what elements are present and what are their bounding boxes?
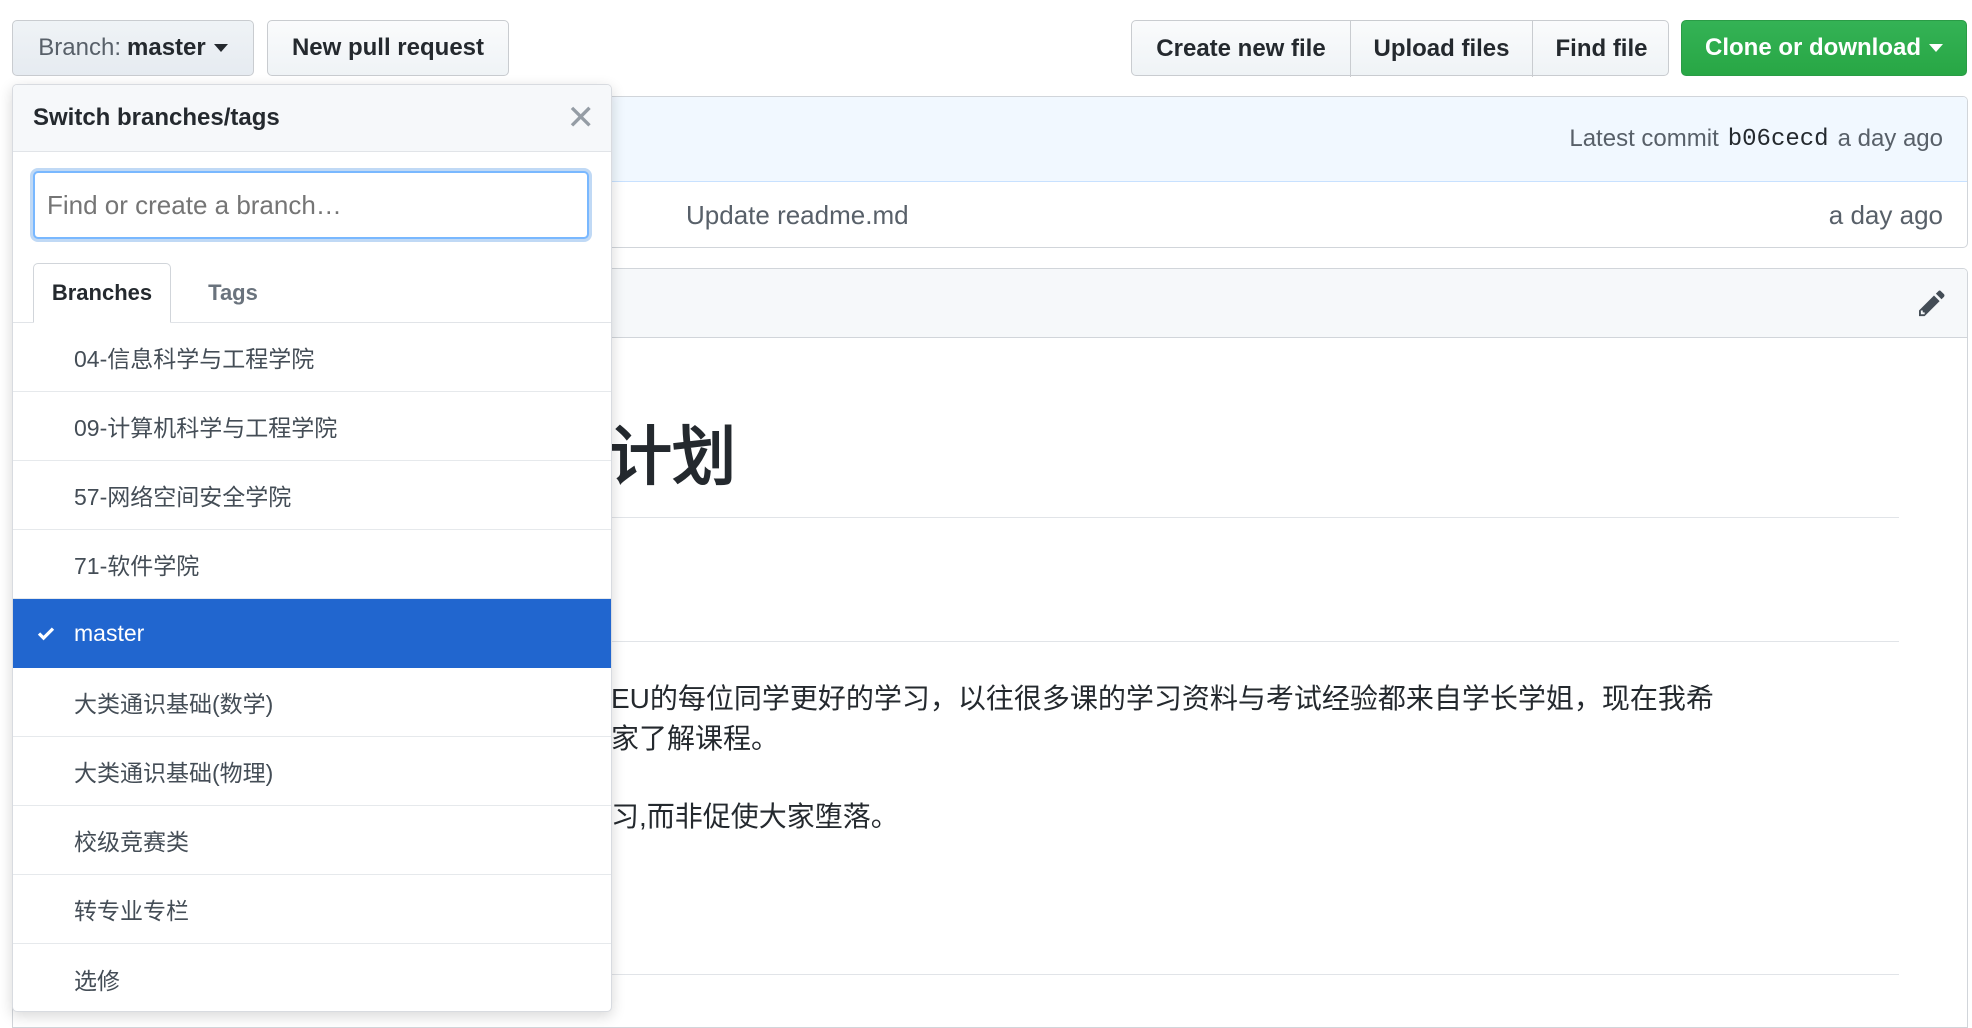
branch-item-label: 09-计算机科学与工程学院 xyxy=(74,415,338,441)
clone-label: Clone or download xyxy=(1705,34,1921,61)
branch-item[interactable]: 选修 xyxy=(13,944,611,1011)
branch-name: master xyxy=(127,34,206,61)
branch-item-selected[interactable]: master xyxy=(13,599,611,668)
branch-item-label: 转专业专栏 xyxy=(74,898,189,924)
pencil-icon[interactable] xyxy=(1919,288,1949,318)
branch-item-label: 57-网络空间安全学院 xyxy=(74,484,292,510)
branch-item[interactable]: 校级竞赛类 xyxy=(13,806,611,875)
clone-or-download-button[interactable]: Clone or download xyxy=(1681,20,1967,76)
file-actions-group: Create new file Upload files Find file xyxy=(1131,20,1670,77)
branch-switcher-dropdown: Switch branches/tags ✕ Branches Tags 04-… xyxy=(12,84,612,1012)
commit-time: a day ago xyxy=(1837,125,1943,152)
commit-hash-link[interactable]: b06cecd xyxy=(1728,126,1829,153)
caret-down-icon xyxy=(1929,44,1943,52)
create-new-file-button[interactable]: Create new file xyxy=(1132,21,1351,77)
new-pull-request-button[interactable]: New pull request xyxy=(267,20,509,76)
dropdown-header: Switch branches/tags ✕ xyxy=(13,85,611,152)
branch-item-label: master xyxy=(74,620,145,646)
readme-paragraph-2: 习,而非促使大家堕落。 xyxy=(611,801,899,832)
caret-down-icon xyxy=(213,44,228,52)
commit-message-link[interactable]: Update readme.md xyxy=(686,181,909,247)
branch-item[interactable]: 大类通识基础(数学) xyxy=(13,668,611,737)
branch-item[interactable]: 09-计算机科学与工程学院 xyxy=(13,392,611,461)
dropdown-title: Switch branches/tags xyxy=(33,104,280,131)
readme-heading: 计划 xyxy=(608,421,736,493)
branch-item[interactable]: 大类通识基础(物理) xyxy=(13,737,611,806)
branch-item[interactable]: 71-软件学院 xyxy=(13,530,611,599)
branch-select-button[interactable]: Branch: master xyxy=(12,20,254,76)
tab-branches[interactable]: Branches xyxy=(33,263,171,323)
branch-item-label: 71-软件学院 xyxy=(74,553,200,579)
branch-item-label: 大类通识基础(数学) xyxy=(74,691,274,717)
tab-branches-label: Branches xyxy=(51,280,153,305)
branch-prefix: Branch: xyxy=(38,34,121,61)
readme-paragraph-1-line-1: EU的每位同学更好的学习，以往很多课的学习资料与考试经验都来自学长学姐，现在我希 xyxy=(611,683,1714,714)
branch-search-input[interactable] xyxy=(33,171,589,239)
branch-item-label: 04-信息科学与工程学院 xyxy=(74,346,315,372)
tab-tags[interactable]: Tags xyxy=(183,263,283,323)
latest-commit-label: Latest commit xyxy=(1569,125,1719,152)
upload-files-button[interactable]: Upload files xyxy=(1351,21,1533,77)
branch-item-label: 校级竞赛类 xyxy=(74,829,189,855)
branch-item[interactable]: 转专业专栏 xyxy=(13,875,611,944)
check-icon xyxy=(37,627,55,641)
file-row-time: a day ago xyxy=(1828,199,1943,230)
readme-paragraph-1-line-2: 家了解课程。 xyxy=(611,723,780,754)
find-file-button[interactable]: Find file xyxy=(1533,21,1670,77)
branch-item[interactable]: 04-信息科学与工程学院 xyxy=(13,323,611,392)
close-icon[interactable]: ✕ xyxy=(567,85,596,151)
branch-item-label: 大类通识基础(物理) xyxy=(74,760,274,786)
tab-tags-label: Tags xyxy=(208,280,258,305)
branch-item-label: 选修 xyxy=(74,967,120,994)
branch-item[interactable]: 57-网络空间安全学院 xyxy=(13,461,611,530)
